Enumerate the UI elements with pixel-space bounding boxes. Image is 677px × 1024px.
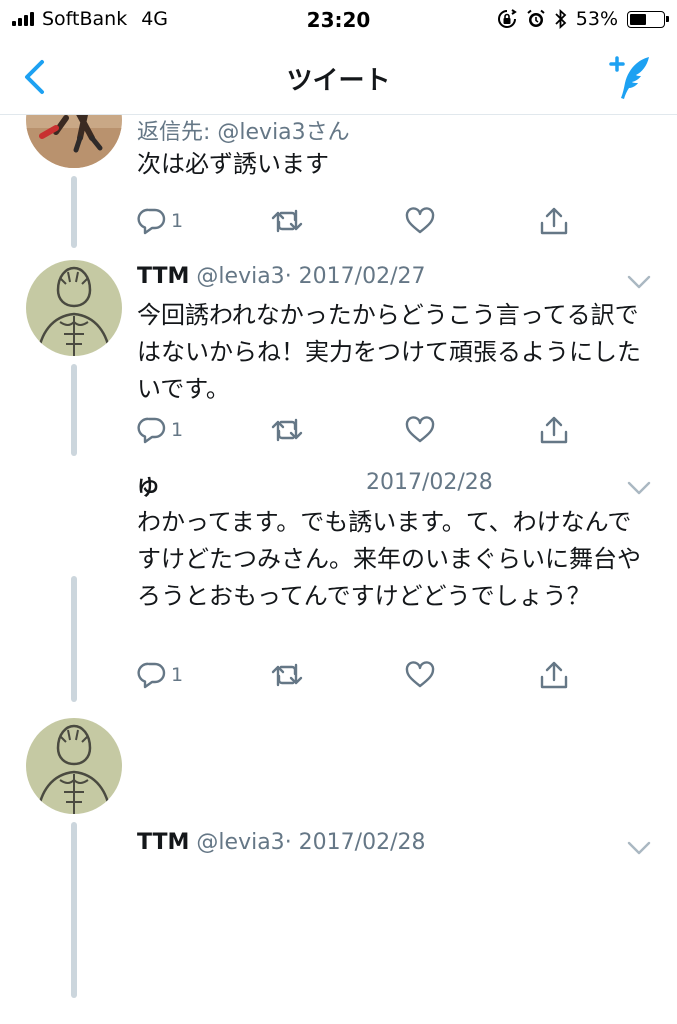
battery-percent: 53%: [575, 8, 618, 30]
like-icon: [405, 661, 435, 688]
alarm-icon: [527, 9, 545, 27]
caret-down-icon[interactable]: [626, 840, 652, 856]
page-title: ツイート: [286, 66, 391, 96]
compose-tweet-icon[interactable]: [609, 54, 655, 100]
like-button[interactable]: [405, 206, 439, 236]
rotation-lock-icon: [497, 9, 517, 28]
status-right: 53%: [497, 8, 669, 30]
avatar[interactable]: [26, 260, 122, 356]
share-button[interactable]: [539, 660, 569, 690]
tweet[interactable]: ゆ 2017/02/28 わかってます。でも誘います。て、わけなんですけどたつみ…: [0, 470, 677, 710]
reply-icon: [137, 417, 166, 444]
retweet-icon: [271, 209, 303, 233]
tweet-header: TTM @levia3· 2017/02/28: [137, 830, 425, 855]
like-icon: [405, 416, 435, 443]
tweet-date[interactable]: 2017/02/28: [366, 470, 493, 495]
share-icon: [540, 661, 568, 689]
battery-icon: [627, 10, 669, 28]
reply-count: 1: [171, 210, 184, 232]
author-name[interactable]: ゆ: [137, 476, 159, 501]
like-icon: [405, 207, 435, 234]
retweet-button[interactable]: [271, 415, 303, 445]
tweet-text: わかってます。でも誘います。て、わけなんですけどたつみさん。来年のいまぐらいに舞…: [137, 508, 641, 610]
thread-line: [71, 576, 77, 702]
like-button[interactable]: [405, 660, 439, 690]
author-handle[interactable]: @levia3: [196, 830, 284, 855]
avatar[interactable]: [26, 114, 122, 168]
tweet[interactable]: TTM @levia3· 2017/02/27 今回誘われなかったからどうこう言…: [0, 260, 677, 470]
retweet-button[interactable]: [271, 206, 303, 236]
thread-line: [71, 822, 77, 998]
share-button[interactable]: [539, 415, 569, 445]
reply-icon: [137, 662, 166, 689]
reply-button[interactable]: 1: [137, 206, 183, 236]
reply-count: 1: [171, 419, 184, 441]
reply-button[interactable]: 1: [137, 415, 183, 445]
retweet-icon: [271, 418, 303, 442]
tweet-actions: 1: [137, 206, 577, 236]
status-bar: SoftBank 4G 23:20 53%: [0, 0, 677, 40]
like-button[interactable]: [405, 415, 439, 445]
author-handle[interactable]: @levia3: [196, 264, 284, 289]
tweet-actions: 1: [137, 660, 577, 690]
share-icon: [540, 207, 568, 235]
tweet-actions: 1: [137, 415, 577, 445]
retweet-icon: [271, 663, 303, 687]
tweet-header: TTM @levia3· 2017/02/27: [137, 264, 425, 289]
tweet-text: 次は必ず誘います: [137, 150, 329, 178]
share-icon: [540, 416, 568, 444]
tweet-header: ゆ: [137, 470, 159, 502]
thread-line: [71, 364, 77, 456]
caret-down-icon[interactable]: [626, 480, 652, 496]
author-name[interactable]: TTM: [137, 830, 189, 855]
conversation-timeline: 返信先: @levia3さん 次は必ず誘います 1 TTM @levia3· 2…: [0, 114, 677, 1024]
avatar[interactable]: [26, 718, 122, 814]
bluetooth-icon: [555, 9, 567, 29]
reply-to-label: 返信先: @levia3さん: [137, 120, 350, 145]
thread-line: [71, 176, 77, 248]
tweet[interactable]: 返信先: @levia3さん 次は必ず誘います 1: [0, 114, 677, 260]
tweet-date[interactable]: · 2017/02/28: [285, 830, 426, 855]
caret-down-icon[interactable]: [626, 274, 652, 290]
reply-icon: [137, 208, 166, 235]
tweet[interactable]: TTM @levia3· 2017/02/28: [0, 710, 677, 998]
retweet-button[interactable]: [271, 660, 303, 690]
navigation-bar: ツイート: [0, 40, 677, 115]
tweet-text: 今回誘われなかったからどうこう言ってる訳ではないからね！実力をつけて頑張るように…: [137, 301, 641, 403]
tweet-date[interactable]: · 2017/02/27: [285, 264, 426, 289]
reply-button[interactable]: 1: [137, 660, 183, 690]
share-button[interactable]: [539, 206, 569, 236]
reply-count: 1: [171, 664, 184, 686]
author-name[interactable]: TTM: [137, 264, 189, 289]
